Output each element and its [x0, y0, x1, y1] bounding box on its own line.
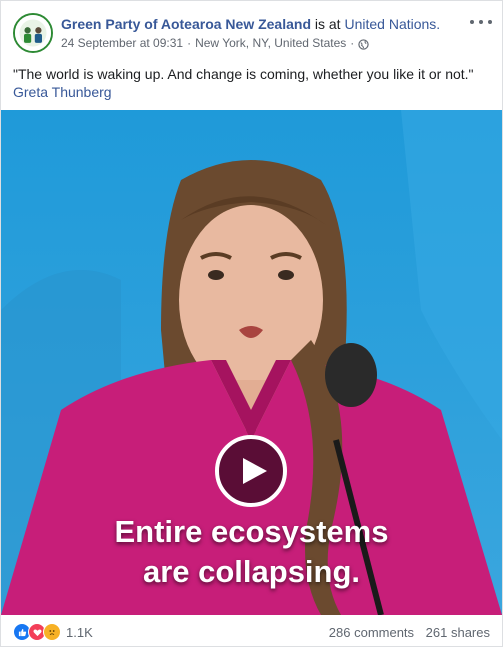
post-place[interactable]: New York, NY, United States [195, 35, 346, 51]
play-button[interactable] [215, 435, 287, 507]
meta-separator-2: · [350, 36, 355, 50]
page-name-link[interactable]: Green Party of Aotearoa New Zealand [61, 16, 311, 32]
reactions-summary[interactable]: 1.1K [13, 623, 93, 641]
video-caption: Entire ecosystems are collapsing. [1, 512, 502, 592]
message-author: Greta Thunberg [13, 84, 112, 100]
post-title-line: Green Party of Aotearoa New Zealand is a… [61, 15, 452, 33]
post-message: "The world is waking up. And change is c… [13, 65, 490, 101]
more-options-icon[interactable] [470, 15, 492, 29]
meta-separator: · [187, 36, 192, 50]
comments-link[interactable]: 286 comments [329, 625, 414, 640]
caption-line-2: are collapsing. [142, 554, 361, 589]
post-timestamp[interactable]: 24 September at 09:31 [61, 35, 183, 51]
message-text: "The world is waking up. And change is c… [13, 66, 474, 82]
green-party-logo [15, 15, 51, 51]
reaction-count: 1.1K [66, 624, 93, 640]
video-player[interactable]: Entire ecosystems are collapsing. [1, 110, 502, 615]
facebook-post: Green Party of Aotearoa New Zealand is a… [0, 0, 503, 647]
caption-line-1: Entire ecosystems [114, 514, 389, 549]
header-text: Green Party of Aotearoa New Zealand is a… [61, 15, 452, 51]
sad-reaction-icon [43, 623, 61, 641]
globe-icon [358, 38, 369, 50]
post-footer: 1.1K 286 comments 261 shares [13, 621, 490, 643]
post-header: Green Party of Aotearoa New Zealand is a… [13, 13, 492, 57]
is-at-text: is at [314, 16, 341, 32]
play-icon [242, 458, 267, 484]
post-stats: 286 comments 261 shares [321, 625, 490, 640]
location-link[interactable]: United Nations. [344, 16, 440, 32]
shares-link[interactable]: 261 shares [426, 625, 490, 640]
page-avatar[interactable] [13, 13, 53, 53]
post-meta-line: 24 September at 09:31 · New York, NY, Un… [61, 35, 452, 51]
